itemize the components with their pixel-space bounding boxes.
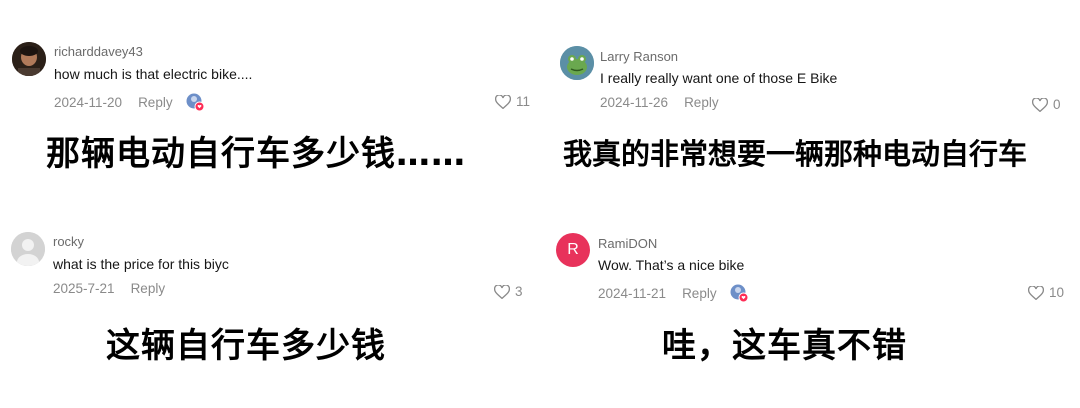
like-button[interactable]: 0 <box>1032 97 1061 112</box>
comment-text: how much is that electric bike.... <box>54 66 253 82</box>
heart-outline-icon <box>495 94 511 109</box>
comment-date: 2024-11-26 <box>600 95 669 110</box>
heart-outline-icon <box>1032 97 1048 112</box>
caption-translation: 我真的非常想要一辆那种电动自行车 <box>563 137 1028 171</box>
comment-meta: 2025-7-21 Reply <box>53 281 165 296</box>
like-button[interactable]: 10 <box>1028 285 1064 300</box>
comment-date: 2024-11-21 <box>598 285 667 301</box>
comment-date: 2025-7-21 <box>53 281 115 296</box>
user-photo-avatar-icon <box>12 42 46 76</box>
reply-button[interactable]: Reply <box>131 281 166 296</box>
reply-button[interactable]: Reply <box>684 95 719 110</box>
avatar-letter: R <box>567 241 579 258</box>
comment-date: 2024-11-20 <box>54 94 123 110</box>
heart-outline-icon <box>1028 285 1044 300</box>
caption-translation: 这辆自行车多少钱 <box>106 326 386 366</box>
creator-liked-badge-icon <box>185 92 205 112</box>
comment-meta: 2024-11-26 Reply <box>600 95 719 110</box>
like-button[interactable]: 11 <box>495 94 530 109</box>
default-avatar-icon <box>11 232 45 266</box>
comment-text: what is the price for this biyc <box>53 256 229 272</box>
comment-meta: 2024-11-20 Reply <box>54 92 205 112</box>
username[interactable]: Larry Ranson <box>600 49 678 64</box>
avatar-rocky[interactable] <box>11 232 45 266</box>
username[interactable]: RamiDON <box>598 236 657 251</box>
heart-outline-icon <box>494 284 510 299</box>
like-count: 3 <box>515 284 523 299</box>
like-count: 0 <box>1053 97 1061 112</box>
caption-translation: 那辆电动自行车多少钱…… <box>46 134 466 174</box>
reply-button[interactable]: Reply <box>682 286 717 301</box>
frog-avatar-icon <box>560 46 594 80</box>
creator-liked-badge-icon <box>729 283 749 303</box>
caption-translation: 哇，这车真不错 <box>662 326 907 366</box>
like-button[interactable]: 3 <box>494 284 523 299</box>
avatar-richarddavey43[interactable] <box>12 42 46 76</box>
username[interactable]: richarddavey43 <box>54 44 143 59</box>
like-count: 10 <box>1049 285 1065 300</box>
comment-text: I really really want one of those E Bike <box>600 70 838 86</box>
avatar-ramidon[interactable]: R <box>556 233 590 267</box>
avatar-larry-ranson[interactable] <box>560 46 594 80</box>
username[interactable]: rocky <box>53 234 84 249</box>
reply-button[interactable]: Reply <box>138 95 173 110</box>
comment-text: Wow. That’s a nice bike <box>598 257 745 273</box>
comment-meta: 2024-11-21 Reply <box>598 283 749 303</box>
like-count: 11 <box>516 94 531 109</box>
